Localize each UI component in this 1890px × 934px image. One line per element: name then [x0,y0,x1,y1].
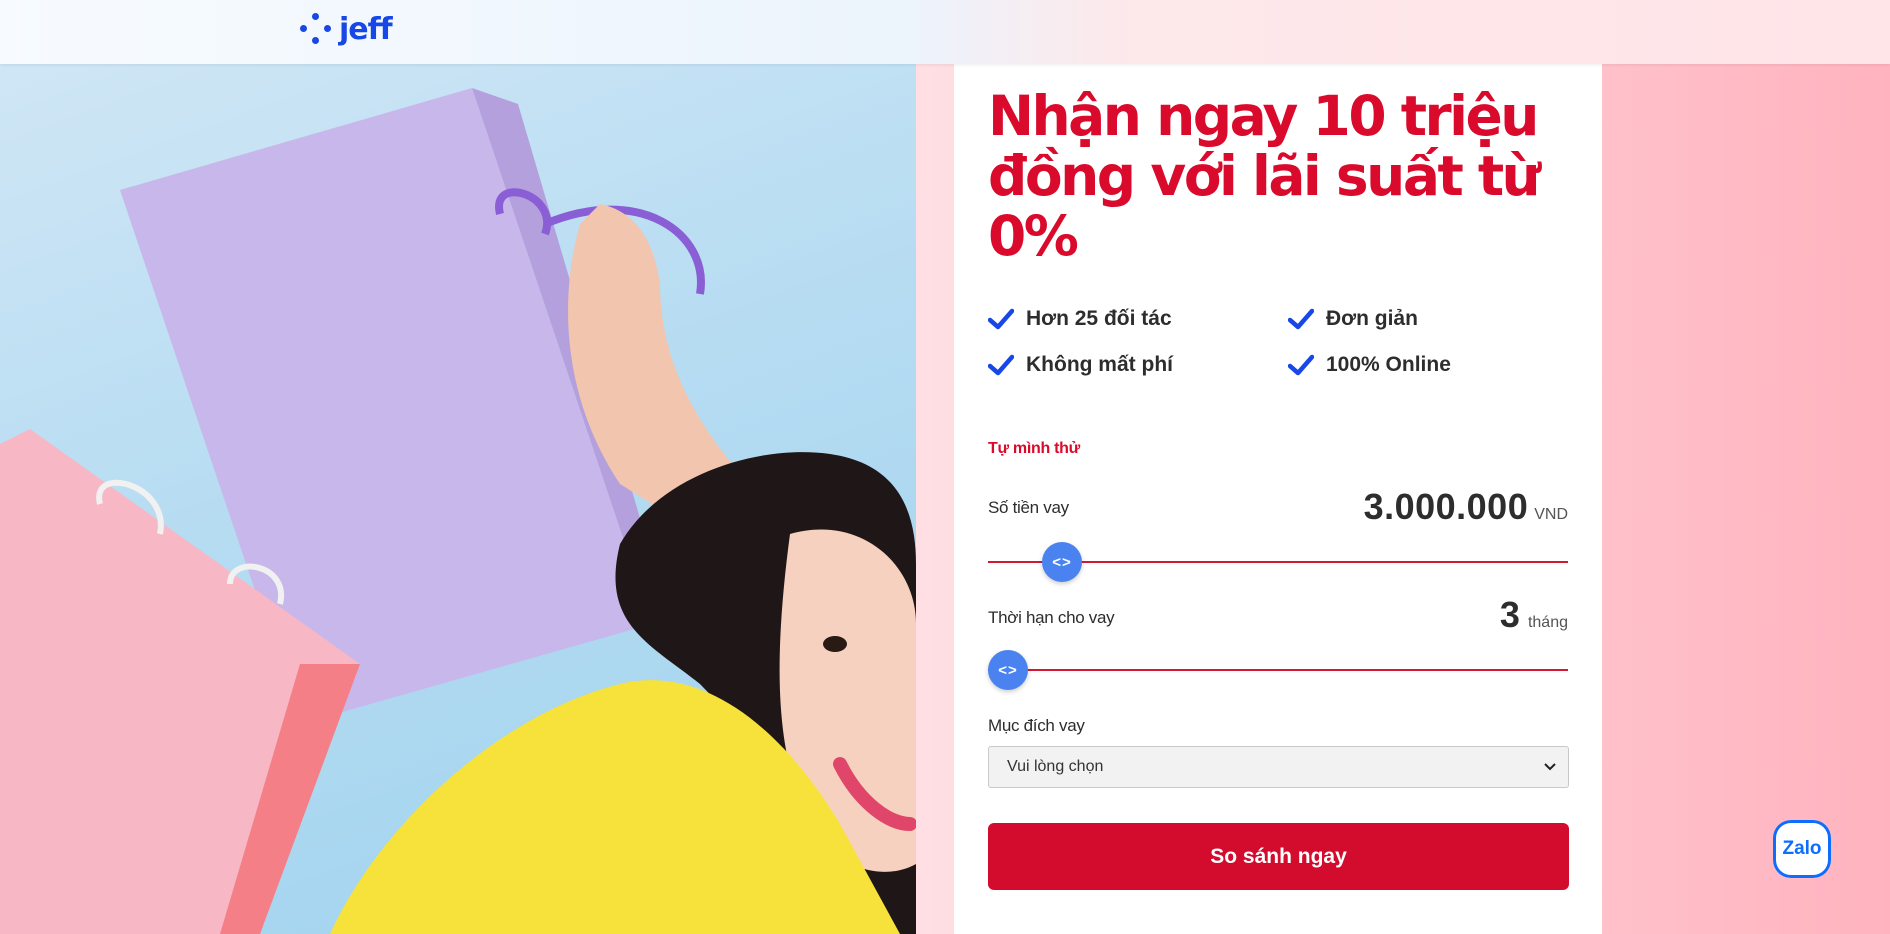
term-label: Thời hạn cho vay [988,608,1115,627]
check-icon [1288,354,1314,376]
term-display: 3 tháng [1500,594,1568,636]
feature-label: 100% Online [1326,353,1451,376]
feature-item: Không mất phí [988,350,1288,380]
purpose-label: Mục đích vay [988,716,1085,735]
term-row: Thời hạn cho vay 3 tháng [988,594,1568,636]
amount-slider-thumb[interactable]: <> [1042,542,1082,582]
hero-illustration [0,88,916,934]
purpose-select[interactable]: Vui lòng chọn [988,746,1569,788]
page-headline: Nhận ngay 10 triệu đồng với lãi suất từ … [988,84,1541,268]
feature-list: Hơn 25 đối tác Đơn giản Không mất phí 10… [988,304,1568,380]
feature-label: Đơn giản [1326,307,1418,330]
amount-value: 3.000.000 [1363,486,1529,527]
term-slider-thumb[interactable]: <> [988,650,1028,690]
amount-unit: VND [1534,506,1568,523]
logo-dots-icon [297,10,335,48]
chevron-down-icon [1544,763,1556,771]
compare-now-button[interactable]: So sánh ngay [988,823,1569,890]
term-slider-track[interactable] [988,669,1568,671]
feature-item: Hơn 25 đối tác [988,304,1288,334]
term-slider[interactable]: <> [988,650,1568,690]
loan-card: Nhận ngay 10 triệu đồng với lãi suất từ … [954,64,1602,934]
amount-row: Số tiền vay 3.000.000 VND [988,486,1568,528]
check-icon [988,354,1014,376]
amount-display: 3.000.000 VND [1364,486,1568,528]
top-header: jeff [0,0,1890,64]
check-icon [1288,308,1314,330]
feature-item: Đơn giản [1288,304,1548,334]
term-value: 3 [1499,594,1520,635]
feature-label: Hơn 25 đối tác [1026,307,1172,330]
check-icon [988,308,1014,330]
purpose-selected-value: Vui lòng chọn [1007,758,1104,775]
amount-label: Số tiền vay [988,498,1069,517]
calculator-title: Tự mình thử [988,440,1080,457]
term-unit: tháng [1527,614,1568,631]
logo-text: jeff [339,11,393,47]
zalo-label: Zalo [1782,838,1822,859]
hero-image [0,64,916,934]
jeff-logo[interactable]: jeff [297,10,393,48]
zalo-chat-button[interactable]: Zalo [1773,820,1831,878]
feature-label: Không mất phí [1026,353,1173,376]
amount-slider[interactable]: <> [988,542,1568,582]
feature-item: 100% Online [1288,350,1548,380]
